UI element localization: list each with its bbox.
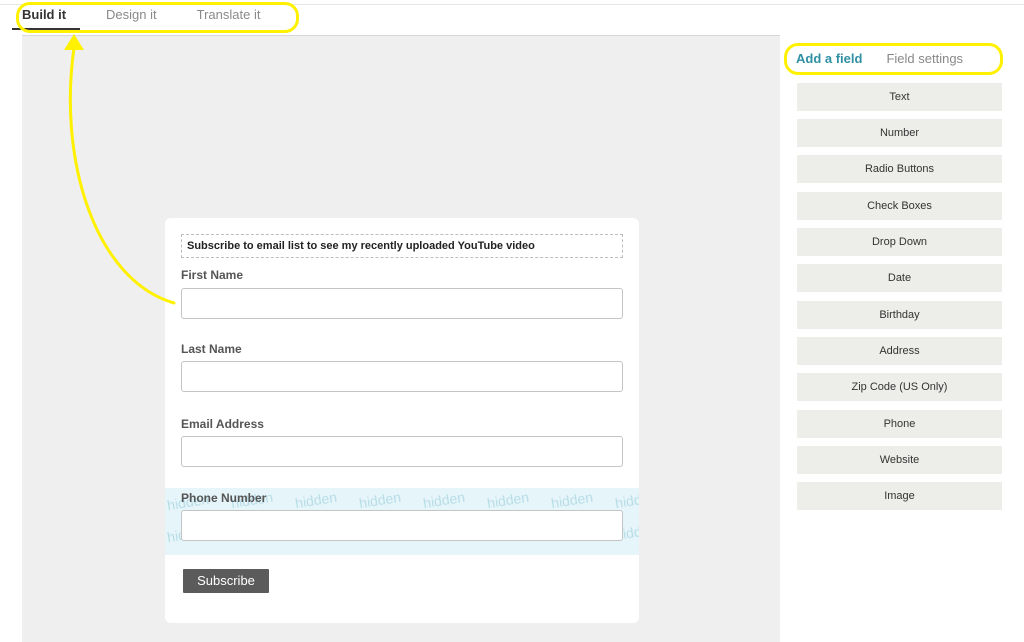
hidden-watermark: hidden: [422, 488, 467, 512]
phone-number-input[interactable]: [181, 510, 623, 541]
add-date-field-button[interactable]: Date: [797, 264, 1002, 292]
side-panel-tabs: Add a field Field settings: [796, 51, 987, 66]
add-drop-down-field-button[interactable]: Drop Down: [797, 228, 1002, 256]
add-check-boxes-field-button[interactable]: Check Boxes: [797, 192, 1002, 220]
hidden-watermark: hidden: [614, 488, 639, 512]
add-number-field-button[interactable]: Number: [797, 119, 1002, 147]
hidden-field-band[interactable]: hidden hidden hidden hidden hidden hidde…: [165, 488, 639, 555]
hidden-watermark: hidden: [550, 488, 595, 512]
last-name-input[interactable]: [181, 361, 623, 392]
tab-add-a-field[interactable]: Add a field: [796, 51, 862, 66]
hidden-watermark: hidden: [294, 488, 339, 512]
add-zip-code-field-button[interactable]: Zip Code (US Only): [797, 373, 1002, 401]
first-name-input[interactable]: [181, 288, 623, 319]
add-phone-field-button[interactable]: Phone: [797, 410, 1002, 438]
signup-form: Subscribe to email list to see my recent…: [165, 218, 639, 623]
tab-field-settings[interactable]: Field settings: [886, 51, 963, 66]
first-name-label: First Name: [181, 268, 244, 282]
add-radio-buttons-field-button[interactable]: Radio Buttons: [797, 155, 1002, 183]
phone-number-label: Phone Number: [181, 491, 267, 505]
add-image-field-button[interactable]: Image: [797, 482, 1002, 510]
subscribe-button[interactable]: Subscribe: [183, 569, 269, 593]
tab-translate-it[interactable]: Translate it: [197, 0, 261, 30]
tab-build-it[interactable]: Build it: [11, 0, 81, 30]
add-website-field-button[interactable]: Website: [797, 446, 1002, 474]
add-birthday-field-button[interactable]: Birthday: [797, 301, 1002, 329]
email-address-label: Email Address: [181, 417, 264, 431]
builder-tabs: Build it Design it Translate it: [11, 0, 300, 36]
last-name-label: Last Name: [181, 342, 242, 356]
add-address-field-button[interactable]: Address: [797, 337, 1002, 365]
form-header-text[interactable]: Subscribe to email list to see my recent…: [181, 234, 623, 258]
email-address-input[interactable]: [181, 436, 623, 467]
add-text-field-button[interactable]: Text: [797, 83, 1002, 111]
hidden-watermark: hidden: [486, 488, 531, 512]
hidden-watermark: hidden: [358, 488, 403, 512]
tab-design-it[interactable]: Design it: [106, 0, 157, 30]
